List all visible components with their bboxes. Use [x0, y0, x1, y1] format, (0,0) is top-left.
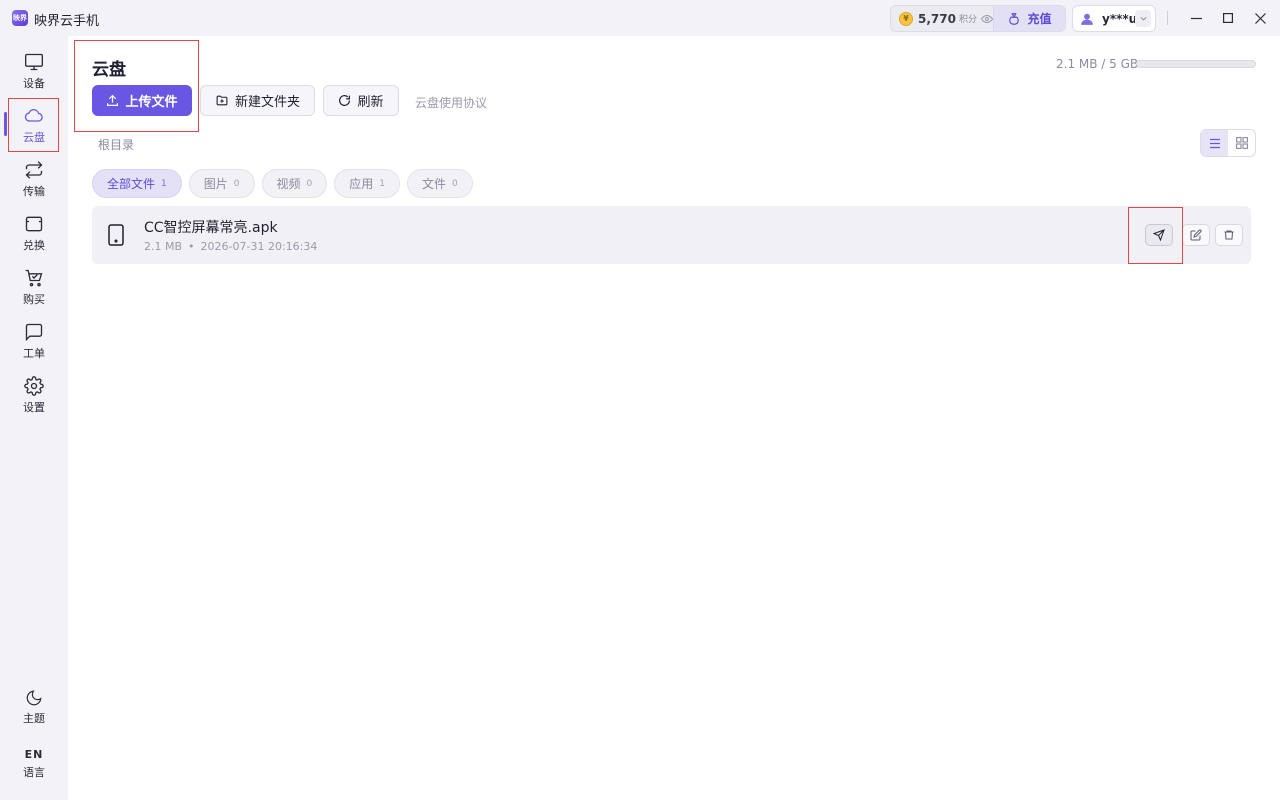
chip-label: 视频 — [276, 177, 301, 191]
sidebar-item-devices[interactable]: 设备 — [0, 44, 68, 98]
upload-icon — [107, 94, 119, 106]
chip-count: 0 — [452, 178, 458, 189]
send-to-device-button[interactable] — [1145, 224, 1173, 246]
send-icon — [1153, 229, 1165, 241]
sidebar: 设备 云盘 传输 兑换 购买 工单 设置 主题 EN 语言 — [0, 36, 68, 800]
chip-label: 图片 — [203, 177, 228, 191]
sidebar-item-label: 兑换 — [23, 238, 45, 252]
sidebar-item-label: 设备 — [23, 76, 45, 90]
breadcrumb[interactable]: 根目录 — [98, 136, 134, 153]
sidebar-item-label: 云盘 — [23, 130, 45, 144]
points-value: 5,770 — [918, 11, 956, 26]
file-date: 2026-07-31 20:16:34 — [200, 240, 318, 253]
minimize-button[interactable] — [1186, 8, 1206, 28]
sidebar-item-label: 传输 — [23, 184, 45, 198]
edit-icon — [1190, 229, 1202, 241]
ticket-icon — [25, 216, 43, 231]
filter-chip-files[interactable]: 文件 0 — [407, 169, 473, 198]
points-unit: 积分 — [958, 15, 977, 25]
language-toggle[interactable]: EN 语言 — [0, 740, 68, 788]
theme-label: 主题 — [23, 711, 45, 725]
trash-icon — [1224, 230, 1234, 240]
money-bag-icon — [1009, 12, 1020, 25]
sidebar-item-purchase[interactable]: 购买 — [0, 260, 68, 314]
app-logo: 映界 — [12, 10, 28, 26]
refresh-label: 刷新 — [357, 95, 384, 110]
storage-progress-bar — [1136, 60, 1256, 68]
chat-icon — [25, 323, 43, 341]
upload-button[interactable]: 上传文件 — [92, 85, 192, 116]
delete-button[interactable] — [1215, 224, 1243, 246]
filter-chips: 全部文件 1 图片 0 视频 0 应用 1 文件 0 — [92, 169, 473, 198]
new-folder-button[interactable]: 新建文件夹 — [200, 85, 315, 116]
chip-count: 1 — [161, 178, 167, 189]
chip-count: 0 — [233, 178, 240, 189]
filter-chip-all[interactable]: 全部文件 1 — [92, 169, 182, 198]
file-meta: 2.1 MB • 2026-07-31 20:16:34 — [144, 240, 317, 253]
grid-icon — [1235, 137, 1248, 149]
chip-label: 全部文件 — [107, 177, 156, 191]
sidebar-item-redeem[interactable]: 兑换 — [0, 206, 68, 260]
cart-icon — [25, 269, 43, 286]
rename-button[interactable] — [1182, 224, 1210, 246]
list-view-button[interactable] — [1201, 130, 1228, 156]
sidebar-item-tickets[interactable]: 工单 — [0, 314, 68, 368]
cloud-icon — [24, 108, 43, 122]
filter-chip-images[interactable]: 图片 0 — [188, 169, 255, 198]
refresh-icon — [339, 95, 351, 106]
main-content: 云盘 上传文件 新建文件夹 刷新 云盘使用协议 2.1 MB / 5 GB 根目… — [68, 36, 1280, 800]
chip-label: 应用 — [349, 177, 374, 191]
username: y***u — [1102, 11, 1138, 26]
filter-chip-apps[interactable]: 应用 1 — [334, 169, 400, 198]
maximize-icon — [1223, 13, 1233, 23]
sidebar-item-transfer[interactable]: 传输 — [0, 152, 68, 206]
file-row[interactable]: CC智控屏幕常亮.apk 2.1 MB • 2026-07-31 20:16:3… — [92, 206, 1251, 264]
window-divider — [1167, 11, 1168, 25]
folder-plus-icon — [216, 95, 228, 106]
close-icon — [1254, 12, 1266, 24]
language-label: 语言 — [23, 766, 45, 779]
monitor-icon — [25, 53, 43, 70]
recharge-label: 充值 — [1027, 12, 1052, 26]
minimize-icon — [1190, 17, 1202, 19]
chip-label: 文件 — [422, 177, 447, 191]
title-bar: 映界 映界云手机 ¥ 5,770 积分 充值 y***u — [0, 0, 1280, 36]
sidebar-item-label: 工单 — [23, 346, 45, 360]
sidebar-item-label: 购买 — [23, 292, 45, 306]
grid-view-button[interactable] — [1228, 130, 1255, 156]
storage-usage-text: 2.1 MB / 5 GB — [1056, 57, 1139, 71]
recharge-button[interactable]: 充值 — [993, 6, 1065, 31]
sidebar-item-settings[interactable]: 设置 — [0, 368, 68, 422]
view-toggle — [1200, 129, 1256, 157]
agreement-link[interactable]: 云盘使用协议 — [415, 94, 487, 111]
language-code: EN — [24, 748, 44, 761]
moon-icon — [26, 690, 42, 705]
sidebar-item-cloud-drive[interactable]: 云盘 — [0, 98, 68, 152]
chip-count: 0 — [306, 178, 313, 189]
meta-separator: • — [188, 240, 195, 253]
chevron-down-icon[interactable] — [1135, 10, 1151, 27]
sidebar-item-label: 设置 — [23, 400, 45, 414]
theme-toggle[interactable]: 主题 — [0, 680, 68, 734]
upload-label: 上传文件 — [125, 95, 178, 110]
filter-chip-videos[interactable]: 视频 0 — [261, 169, 328, 198]
page-title: 云盘 — [92, 60, 126, 80]
file-name: CC智控屏幕常亮.apk — [144, 220, 278, 236]
gear-icon — [24, 375, 44, 396]
refresh-button[interactable]: 刷新 — [323, 85, 399, 116]
phone-icon — [108, 224, 124, 246]
eye-icon[interactable] — [980, 13, 993, 25]
points-widget: ¥ 5,770 积分 充值 — [890, 5, 1066, 32]
chip-count: 1 — [379, 178, 385, 189]
close-button[interactable] — [1250, 8, 1270, 28]
file-size: 2.1 MB — [144, 240, 183, 253]
user-menu[interactable]: y***u — [1072, 5, 1156, 32]
user-icon — [1081, 13, 1093, 25]
transfer-icon — [25, 160, 43, 179]
app-title: 映界云手机 — [34, 14, 100, 29]
maximize-button[interactable] — [1218, 8, 1238, 28]
list-icon — [1209, 138, 1220, 148]
coin-icon: ¥ — [899, 11, 913, 26]
new-folder-label: 新建文件夹 — [234, 95, 300, 110]
